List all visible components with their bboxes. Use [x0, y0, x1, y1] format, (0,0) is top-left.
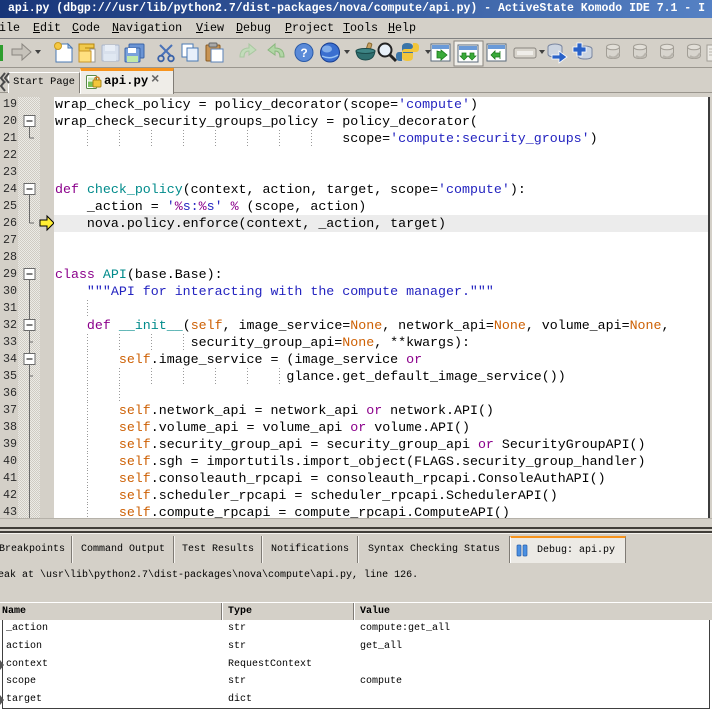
svg-text:?: ?: [300, 46, 307, 60]
